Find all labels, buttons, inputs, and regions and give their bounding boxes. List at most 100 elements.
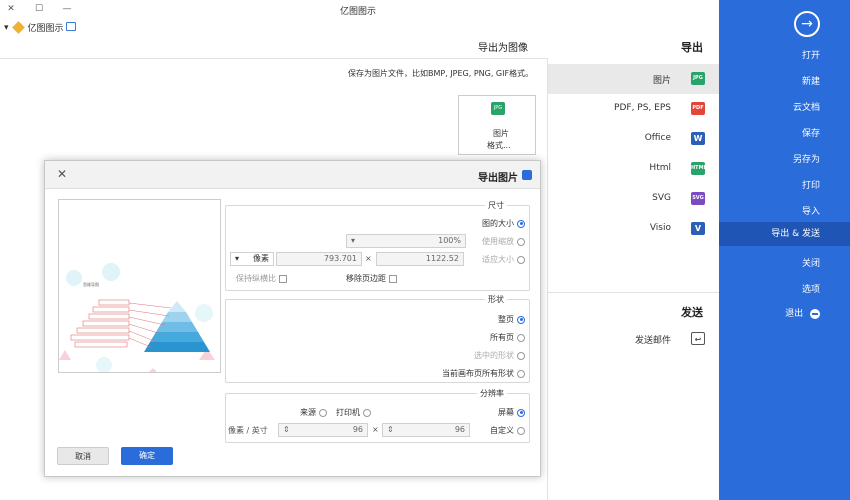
jpg-icon: JPG <box>691 72 705 85</box>
radio-selected-icon <box>517 315 525 324</box>
size-original-radio[interactable]: 图的大小 <box>482 218 525 229</box>
radio-icon <box>517 237 525 246</box>
export-icon <box>522 170 532 180</box>
checkbox-icon <box>389 274 397 283</box>
sidebar-item-open[interactable]: 打开 <box>802 48 820 61</box>
radio-icon <box>517 369 525 378</box>
checkbox-icon <box>279 274 287 283</box>
unit-select[interactable]: ▾ 像素 <box>230 252 274 266</box>
chevron-down-icon: ▾ <box>351 236 356 245</box>
res-screen-radio[interactable]: 屏幕 <box>498 407 525 418</box>
unit-value: 像素 <box>253 254 269 263</box>
export-item-office[interactable]: Office W <box>548 124 719 154</box>
remove-margin-checkbox[interactable]: 移除页边距 <box>346 273 397 284</box>
radio-icon <box>517 333 525 342</box>
preview-diagram: 思维导图 <box>59 263 215 372</box>
res-source-radio[interactable]: 来源 <box>300 407 327 418</box>
dialog-header: ✕ 导出图片 <box>45 161 540 189</box>
radio-icon <box>517 426 525 435</box>
sidebar-item-new[interactable]: 新建 <box>802 74 820 87</box>
radio-icon <box>517 351 525 360</box>
radio-label: 整页 <box>498 315 514 324</box>
minimize-window-button[interactable]: — <box>60 2 74 16</box>
shape-all-pages-radio[interactable]: 所有页 <box>490 332 525 343</box>
size-scale-radio[interactable]: 使用缩放 <box>482 236 525 247</box>
res-custom-radio[interactable]: 自定义 <box>490 425 525 436</box>
quick-access-toolbar: ▾ 亿图图示 <box>0 18 719 36</box>
ok-button[interactable]: 确定 <box>121 447 173 465</box>
sidebar-item-import[interactable]: 导入 <box>802 204 820 217</box>
title-bar: ✕ ☐ — 亿图图示 <box>0 0 719 18</box>
back-arrow-icon[interactable]: → <box>794 11 820 37</box>
res-x-value: 96 <box>454 425 465 434</box>
close-icon[interactable]: ✕ <box>57 167 67 181</box>
res-y-field[interactable]: ⇕ 96 <box>278 423 368 437</box>
radio-label: 图的大小 <box>482 219 514 228</box>
resolution-group-title: 分辨率 <box>477 388 507 399</box>
page-title: 导出为图像 <box>478 43 528 54</box>
file-sidebar <box>719 0 850 500</box>
export-item-pdf[interactable]: PDF, PS, EPS PDF <box>548 94 719 124</box>
sidebar-item-cloud[interactable]: 云文档 <box>793 100 820 113</box>
divider <box>548 292 719 293</box>
image-format-card[interactable]: JPG 图片 格式... <box>458 95 536 155</box>
width-value: 1122.52 <box>425 254 459 263</box>
export-item-html[interactable]: Html HTML <box>548 154 719 184</box>
jpg-icon: JPG <box>491 102 505 115</box>
sidebar-item-save[interactable]: 保存 <box>802 126 820 139</box>
html-icon: HTML <box>691 162 707 175</box>
diamond-icon <box>11 21 25 34</box>
image-preview: 思维导图 <box>58 199 221 373</box>
shape-group: 形状 整页 所有页 选中的形状 当前画布页所有形状 <box>225 294 530 383</box>
keep-ratio-checkbox[interactable]: 保持纵横比 <box>236 273 287 284</box>
radio-icon <box>319 408 327 417</box>
res-y-value: 96 <box>352 425 363 434</box>
divider <box>0 58 548 59</box>
sidebar-item-close[interactable]: 关闭 <box>802 256 820 269</box>
export-item-label: SVG <box>652 193 671 203</box>
res-x-field[interactable]: ⇕ 96 <box>382 423 470 437</box>
scale-select[interactable]: ▾ 100% <box>346 234 466 248</box>
res-unit-label: 像素 / 英寸 <box>228 426 268 435</box>
close-window-button[interactable]: ✕ <box>4 2 18 16</box>
sidebar-item-options[interactable]: 选项 <box>802 282 820 295</box>
shape-selected-radio[interactable]: 选中的形状 <box>474 350 525 361</box>
window-title: 亿图图示 <box>340 7 377 17</box>
sidebar-item-save-as[interactable]: 另存为 <box>793 152 820 165</box>
window-icon[interactable] <box>66 22 76 31</box>
mail-icon: ↩ <box>691 332 705 345</box>
checkbox-label: 保持纵横比 <box>236 274 276 283</box>
radio-selected-icon <box>517 219 525 228</box>
sidebar-item-print[interactable]: 打印 <box>802 178 820 191</box>
radio-label: 自定义 <box>490 426 514 435</box>
export-item-visio[interactable]: Visio V <box>548 214 719 244</box>
height-field[interactable]: 793.701 <box>276 252 362 266</box>
export-item-label: Html <box>649 163 671 173</box>
radio-label: 所有页 <box>490 333 514 342</box>
shape-current-all-radio[interactable]: 当前画布页所有形状 <box>442 368 525 379</box>
app-menu-button[interactable]: ▾ 亿图图示 <box>4 21 64 34</box>
card-sublabel: 格式... <box>487 141 511 150</box>
dialog-title: 导出图片 <box>478 173 518 184</box>
size-group-title: 尺寸 <box>485 200 507 211</box>
size-fit-radio[interactable]: 适应大小 <box>482 254 525 265</box>
radio-label: 打印机 <box>336 408 360 417</box>
scale-value: 100% <box>438 236 461 245</box>
export-image-dialog: ✕ 导出图片 思维导图 尺寸 图的大小 使用缩放 ▾ 100% 适应大小 112… <box>44 160 541 477</box>
radio-label: 使用缩放 <box>482 237 514 246</box>
res-printer-radio[interactable]: 打印机 <box>336 407 371 418</box>
times-sign: × <box>365 254 372 263</box>
svg-icon: SVG <box>691 192 705 205</box>
width-field[interactable]: 1122.52 <box>376 252 464 266</box>
times-sign: × <box>372 425 379 434</box>
sidebar-item-export-send[interactable]: 导出 & 发送 <box>719 222 850 246</box>
send-email-item[interactable]: 发送邮件 ↩ <box>548 324 719 354</box>
stepper-icon: ⇕ <box>387 425 394 434</box>
sidebar-item-exit[interactable]: 退出 <box>785 306 820 319</box>
export-item-svg[interactable]: SVG SVG <box>548 184 719 214</box>
send-heading: 发送 <box>681 306 703 319</box>
shape-whole-page-radio[interactable]: 整页 <box>498 314 525 325</box>
cancel-button[interactable]: 取消 <box>57 447 109 465</box>
export-item-image[interactable]: 图片 JPG <box>548 64 719 94</box>
maximize-window-button[interactable]: ☐ <box>32 2 46 16</box>
